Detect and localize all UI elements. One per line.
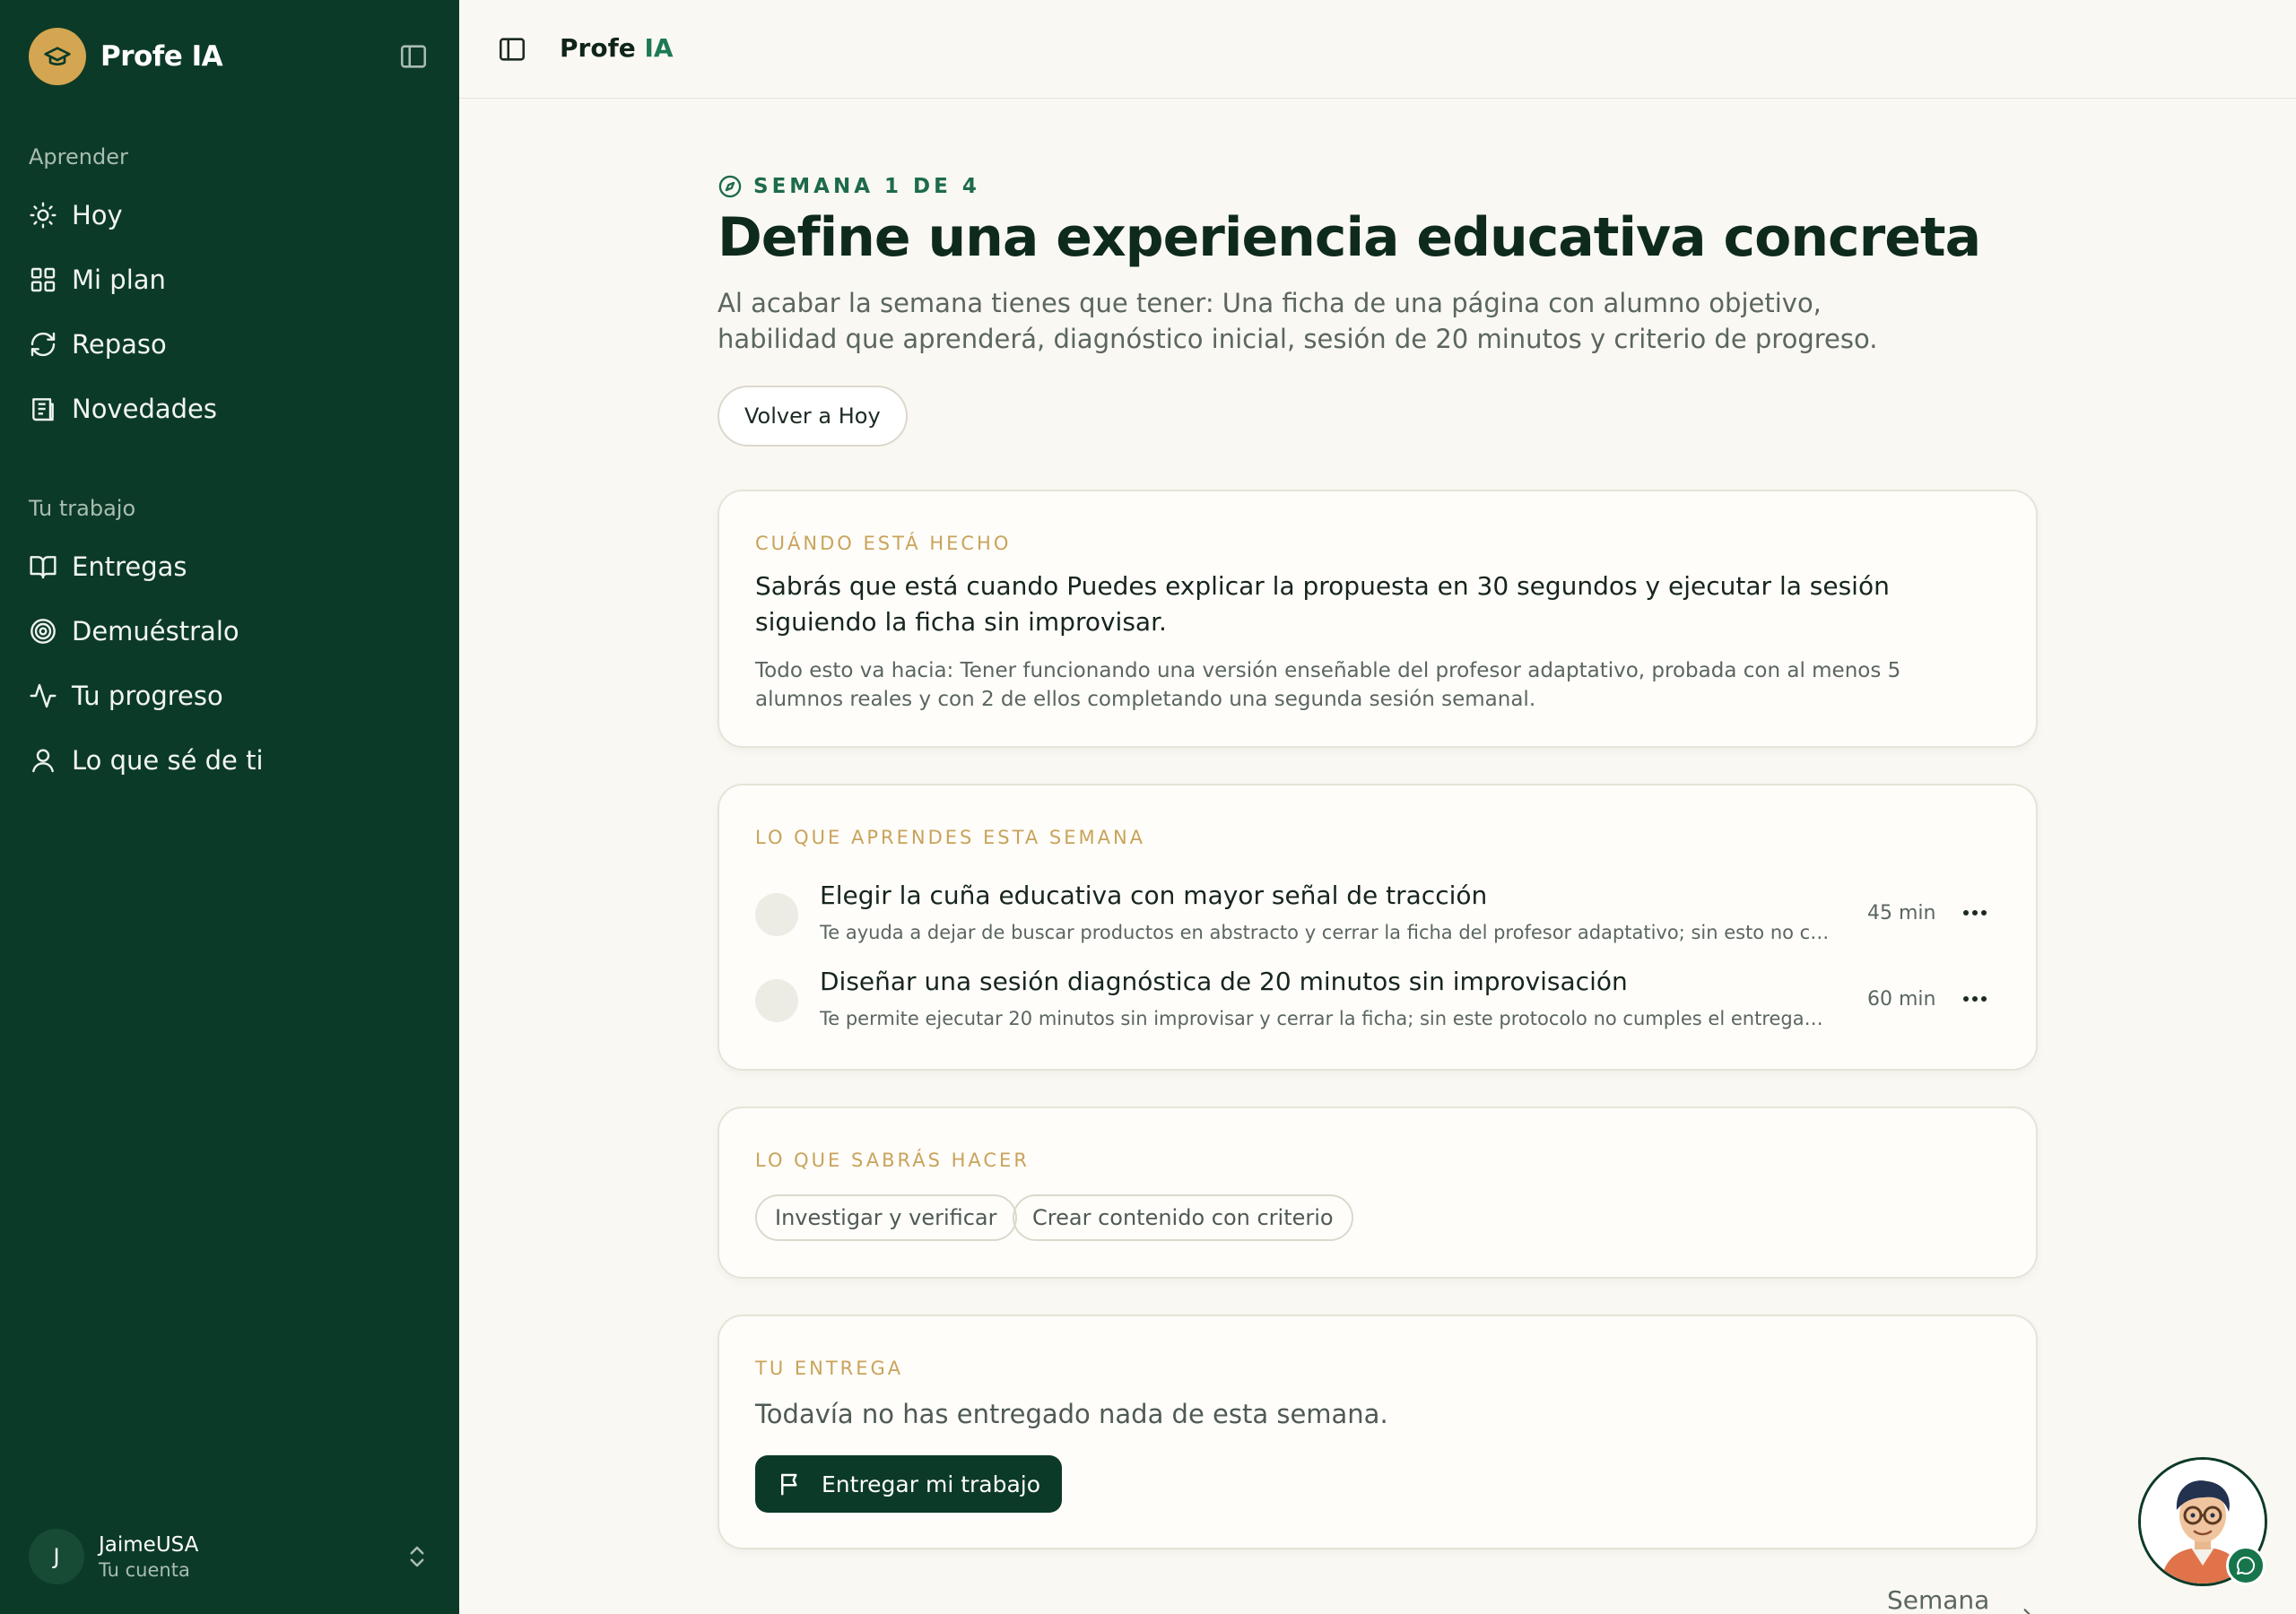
newspaper-icon: [32, 398, 54, 421]
page-subtitle: Al acabar la semana tienes que tener: Un…: [718, 288, 1878, 354]
more-options-icon[interactable]: [1957, 981, 1993, 1017]
topbar-brand-suffix: IA: [644, 33, 674, 63]
user-icon: [32, 749, 54, 773]
lesson-title: Elegir la cuña educativa con mayor señal…: [820, 881, 1488, 910]
lesson-description: Te ayuda a dejar de buscar productos en …: [820, 922, 1830, 943]
week-eyebrow: SEMANA 1 DE 4: [753, 175, 980, 198]
account-subtitle: Tu cuenta: [99, 1558, 190, 1581]
sidebar-item-demuestralo[interactable]: Demuéstralo: [29, 604, 239, 658]
submit-work-label: Entregar mi trabajo: [822, 1471, 1041, 1497]
flag-icon: [781, 1473, 797, 1496]
sidebar-item-label: Mi plan: [72, 265, 166, 295]
sidebar-item-entregas[interactable]: Entregas: [29, 540, 187, 594]
skill-chip: Investigar y verificar: [755, 1194, 1017, 1241]
avatar: J: [29, 1529, 84, 1584]
topbar: Profe IA: [459, 0, 2296, 99]
more-options-icon[interactable]: [1957, 895, 1993, 931]
lesson-item[interactable]: Elegir la cuña educativa con mayor señal…: [755, 881, 2002, 952]
refresh-icon: [30, 332, 56, 357]
brand[interactable]: Profe IA: [29, 28, 223, 85]
sidebar-item-label: Demuéstralo: [72, 616, 239, 646]
lesson-checkbox[interactable]: [755, 893, 798, 936]
sidebar-item-tu-progreso[interactable]: Tu progreso: [29, 669, 223, 723]
sun-icon: [30, 202, 57, 229]
brand-name: Profe IA: [100, 40, 223, 73]
section-label-learn: Aprender: [29, 144, 128, 169]
account-name: JaimeUSA: [99, 1532, 199, 1557]
topbar-brand: Profe IA: [560, 33, 674, 63]
grid-icon: [30, 267, 56, 292]
back-to-today-button[interactable]: Volver a Hoy: [718, 386, 908, 447]
graduation-cap-icon: [29, 28, 86, 85]
done-criteria-card: CUÁNDO ESTÁ HECHO Sabrás que está cuando…: [718, 490, 2038, 748]
sidebar-item-hoy[interactable]: Hoy: [29, 188, 123, 242]
sidebar-item-lo-que-se-de-ti[interactable]: Lo que sé de ti: [29, 733, 264, 787]
book-open-icon: [30, 556, 57, 579]
sidebar-item-repaso[interactable]: Repaso: [29, 317, 167, 371]
sidebar-item-mi-plan[interactable]: Mi plan: [29, 253, 166, 307]
compass-icon: [718, 175, 742, 198]
lesson-item[interactable]: Diseñar una sesión diagnóstica de 20 min…: [755, 967, 2002, 1038]
skill-chip: Crear contenido con criterio: [1013, 1194, 1353, 1241]
lesson-duration: 60 min: [1867, 988, 1936, 1011]
page-title: Define una experiencia educativa concret…: [718, 206, 1981, 269]
sidebar-collapse-icon[interactable]: [398, 41, 429, 72]
target-icon: [30, 619, 56, 644]
sidebar-item-label: Entregas: [72, 551, 187, 582]
chat-bubble-icon[interactable]: [2226, 1546, 2266, 1585]
sidebar: Profe IA Aprender Hoy Mi plan Repaso Nov…: [0, 0, 459, 1614]
week-indicator: SEMANA 1 DE 4: [718, 174, 980, 199]
lesson-description: Te permite ejecutar 20 minutos sin impro…: [820, 1008, 1830, 1029]
card-label: TU ENTREGA: [755, 1358, 904, 1379]
sidebar-item-novedades[interactable]: Novedades: [29, 382, 217, 436]
section-label-work: Tu trabajo: [29, 496, 136, 521]
lesson-duration: 45 min: [1867, 902, 1936, 924]
done-goal-text: Todo esto va hacia: Tener funcionando un…: [755, 659, 1901, 711]
sidebar-item-label: Hoy: [72, 200, 123, 230]
card-label: CUÁNDO ESTÁ HECHO: [755, 533, 1012, 554]
submit-work-button[interactable]: Entregar mi trabajo: [755, 1455, 1063, 1513]
next-week-link[interactable]: Semana 2: [1887, 1585, 2038, 1614]
skills-card: LO QUE SABRÁS HACER Investigar y verific…: [718, 1106, 2038, 1279]
next-week-label: Semana 2: [1887, 1585, 1990, 1614]
account-menu[interactable]: J JaimeUSA Tu cuenta: [29, 1527, 430, 1586]
delivery-empty-text: Todavía no has entregado nada de esta se…: [755, 1399, 1388, 1429]
card-label: LO QUE APRENDES ESTA SEMANA: [755, 827, 1146, 848]
done-criteria-text: Sabrás que está cuando Puedes explicar l…: [755, 571, 1890, 637]
activity-icon: [30, 683, 57, 708]
delivery-card: TU ENTREGA Todavía no has entregado nada…: [718, 1315, 2038, 1549]
card-label: LO QUE SABRÁS HACER: [755, 1150, 1030, 1171]
chevron-up-down-icon: [410, 1546, 424, 1567]
sidebar-item-label: Novedades: [72, 394, 217, 424]
lessons-card: LO QUE APRENDES ESTA SEMANA Elegir la cu…: [718, 784, 2038, 1071]
sidebar-item-label: Repaso: [72, 329, 167, 360]
chevron-right-icon: [2023, 1609, 2031, 1614]
sidebar-item-label: Tu progreso: [72, 681, 223, 711]
topbar-brand-prefix: Profe: [560, 33, 636, 63]
lesson-checkbox[interactable]: [755, 979, 798, 1022]
sidebar-item-label: Lo que sé de ti: [72, 745, 264, 776]
lesson-title: Diseñar una sesión diagnóstica de 20 min…: [820, 967, 1628, 996]
sidebar-toggle-icon[interactable]: [497, 34, 527, 65]
